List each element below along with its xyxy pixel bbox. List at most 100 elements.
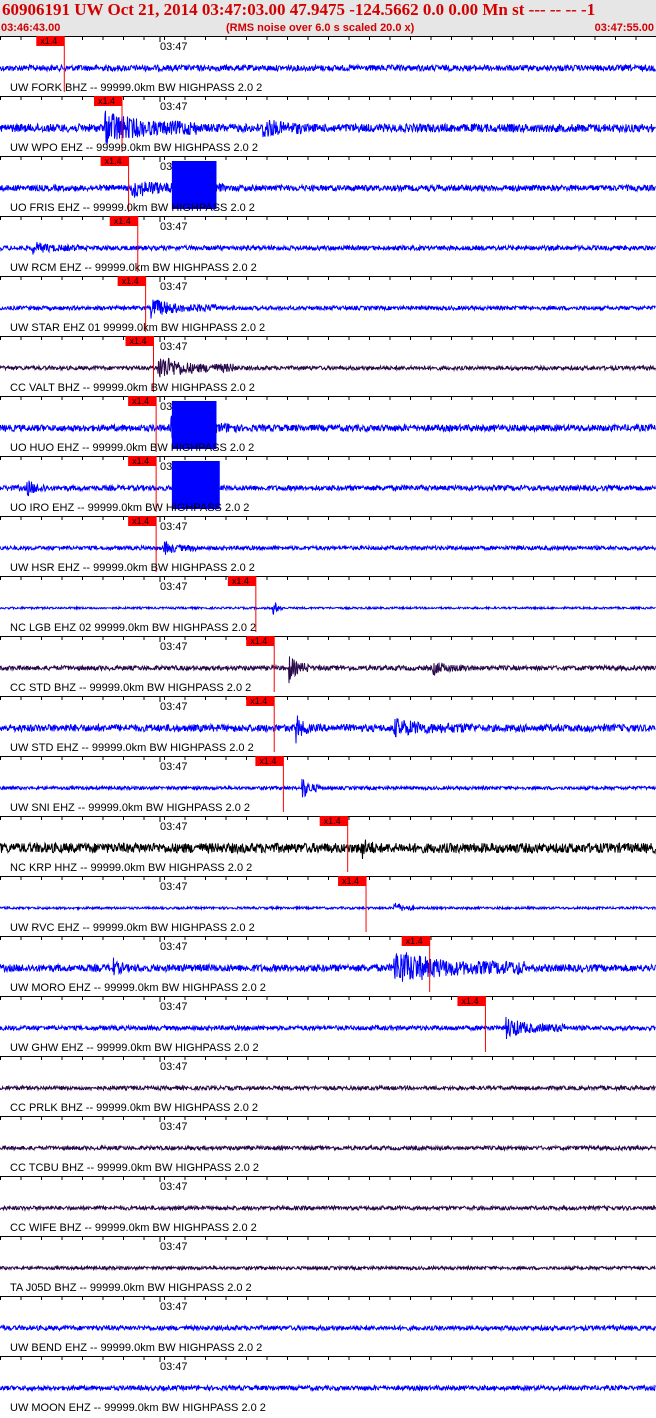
header-bar: 60906191 UW Oct 21, 2014 03:47:03.00 47.… [0, 0, 656, 36]
waveform [0, 656, 656, 684]
minute-label: 03:47 [160, 341, 188, 353]
trace-1: 03:47 x1.4 UW WPO EHZ -- 99999.0km BW HIGH… [0, 96, 656, 154]
station-label: UW WPO EHZ -- 99999.0km BW HIGHPASS 2.0 … [10, 142, 258, 154]
trace-16: 03:47 x1.4 UW GHW EHZ -- 99999.0km BW HIGH… [0, 996, 656, 1054]
waveform [0, 480, 656, 497]
pick-label: x1.4 [105, 156, 122, 166]
pick-label: x1.4 [324, 816, 341, 826]
trace-17: 03:47 CC PRLK BHZ -- 99999.0km BW HIGHPAS… [0, 1056, 656, 1114]
waveform [0, 415, 656, 439]
end-time: 03:47:55.00 [594, 22, 654, 34]
station-label: CC PRLK BHZ -- 99999.0km BW HIGHPASS 2.0… [10, 1102, 258, 1114]
waveform [0, 902, 656, 912]
waveform [0, 1383, 656, 1393]
pick-label: x1.4 [250, 636, 267, 646]
minute-label: 03:47 [160, 701, 188, 713]
station-label: UW HSR EHZ -- 99999.0km BW HIGHPASS 2.0 … [10, 562, 255, 574]
station-label: UO IRO EHZ -- 99999.0km BW HIGHPASS 2.0 … [10, 502, 249, 514]
waveform [0, 1016, 656, 1040]
trace-21: 03:47 UW BEND EHZ -- 99999.0km BW HIGHPAS… [0, 1296, 656, 1354]
pick-label: x1.4 [132, 396, 149, 406]
pick-label: x1.4 [406, 936, 423, 946]
minute-label: 03:47 [160, 1061, 188, 1073]
minute-label: 03:47 [160, 1181, 188, 1193]
waveform [0, 110, 656, 145]
minute-label: 03:47 [160, 281, 188, 293]
waveform [0, 1323, 656, 1333]
station-label: UW RCM EHZ -- 99999.0km BW HIGHPASS 2.0 … [10, 262, 257, 274]
pick-label: x1.4 [130, 336, 147, 346]
waveform [0, 715, 656, 744]
waveform [0, 602, 656, 615]
minute-label: 03:47 [160, 1001, 188, 1013]
station-label: UW FORK BHZ -- 99999.0km BW HIGHPASS 2.0… [10, 82, 262, 94]
minute-label: 03:47 [160, 221, 188, 233]
waveform [0, 839, 656, 860]
pick-label: x1.4 [250, 696, 267, 706]
station-label: UW RVC EHZ -- 99999.0km BW HIGHPASS 2.0 … [10, 922, 255, 934]
station-label: TA J05D BHZ -- 99999.0km BW HIGHPASS 2.0… [10, 1282, 252, 1294]
pick-label: x1.4 [98, 96, 115, 106]
waveform [0, 778, 656, 798]
pick-label: x1.4 [342, 876, 359, 886]
trace-7: 03:47x1.4UO IRO EHZ -- 99999.0km BW HIGH… [0, 456, 656, 514]
waveform [0, 299, 656, 319]
waveform [0, 357, 656, 378]
trace-13: 03:47 x1.4 NC KRP HHZ -- 99999.0km BW HIGH… [0, 816, 656, 874]
station-label: UW GHW EHZ -- 99999.0km BW HIGHPASS 2.0 … [10, 1042, 259, 1054]
trace-6: 03:47x1.4UO HUO EHZ -- 99999.0km BW HIGH… [0, 396, 656, 454]
trace-3: 03:47 x1.4 UW RCM EHZ -- 99999.0km BW HIGH… [0, 216, 656, 274]
scale-note: (RMS noise over 6.0 s scaled 20.0 x) [226, 22, 415, 34]
trace-12: 03:47 x1.4 UW SNI EHZ -- 99999.0km BW HIGH… [0, 756, 656, 814]
waveform [0, 1204, 656, 1212]
minute-label: 03:47 [160, 821, 188, 833]
station-label: UW SNI EHZ -- 99999.0km BW HIGHPASS 2.0 … [10, 802, 250, 814]
pick-label: x1.4 [132, 456, 149, 466]
station-label: UW STAR EHZ 01 99999.0km BW HIGHPASS 2.0… [10, 322, 265, 334]
trace-4: 03:47 x1.4 UW STAR EHZ 01 99999.0km BW HIG… [0, 276, 656, 334]
station-label: NC LGB EHZ 02 99999.0km BW HIGHPASS 2.0 … [10, 622, 256, 634]
station-label: UO HUO EHZ -- 99999.0km BW HIGHPASS 2.0 … [10, 442, 254, 454]
minute-label: 03:47 [160, 641, 188, 653]
trace-22: 03:47 UW MOON EHZ -- 99999.0km BW HIGHPAS… [0, 1356, 656, 1414]
station-label: CC STD BHZ -- 99999.0km BW HIGHPASS 2.0 … [10, 682, 251, 694]
pick-label: x1.4 [259, 756, 276, 766]
minute-label: 03:47 [160, 761, 188, 773]
pick-label: x1.4 [114, 216, 131, 226]
trace-15: 03:47 x1.4 UW MORO EHZ -- 99999.0km BW HIG… [0, 936, 656, 994]
event-title: 60906191 UW Oct 21, 2014 03:47:03.00 47.… [2, 0, 596, 19]
trace-2: 03:47x1.4UO FRIS EHZ -- 99999.0km BW HIG… [0, 156, 656, 214]
waveform [0, 181, 656, 198]
trace-20: 03:47 TA J05D BHZ -- 99999.0km BW HIGHPAS… [0, 1236, 656, 1294]
waveform [0, 1084, 656, 1092]
station-label: UW MOON EHZ -- 99999.0km BW HIGHPASS 2.0… [10, 1402, 266, 1414]
minute-label: 03:47 [160, 881, 188, 893]
trace-10: 03:47 x1.4 CC STD BHZ -- 99999.0km BW HIGH… [0, 636, 656, 694]
station-label: UW BEND EHZ -- 99999.0km BW HIGHPASS 2.0… [10, 1342, 262, 1354]
waveform [0, 63, 656, 73]
trace-11: 03:47 x1.4 UW STD EHZ -- 99999.0km BW HIGH… [0, 696, 656, 754]
seismogram-plot: 03:47 x1.4 UW FORK BHZ -- 99999.0km BW HIG… [0, 36, 656, 1414]
station-label: CC VALT BHZ -- 99999.0km BW HIGHPASS 2.0… [10, 382, 255, 394]
pick-label: x1.4 [40, 36, 57, 46]
trace-0: 03:47 x1.4 UW FORK BHZ -- 99999.0km BW HIG… [0, 36, 656, 94]
station-label: UW STD EHZ -- 99999.0km BW HIGHPASS 2.0 … [10, 742, 254, 754]
pick-label: x1.4 [122, 276, 139, 286]
pick-label: x1.4 [132, 516, 149, 526]
minute-label: 03:47 [160, 941, 188, 953]
pick-label: x1.4 [461, 996, 478, 1006]
minute-label: 03:47 [160, 1121, 188, 1133]
minute-label: 03:47 [160, 1361, 188, 1373]
pick-label: x1.4 [232, 576, 249, 586]
minute-label: 03:47 [160, 1301, 188, 1313]
trace-19: 03:47 CC WIFE BHZ -- 99999.0km BW HIGHPAS… [0, 1176, 656, 1234]
trace-18: 03:47 CC TCBU BHZ -- 99999.0km BW HIGHPAS… [0, 1116, 656, 1174]
station-label: UW MORO EHZ -- 99999.0km BW HIGHPASS 2.0… [10, 982, 266, 994]
trace-9: 03:47 x1.4 NC LGB EHZ 02 99999.0km BW HIGH… [0, 576, 656, 634]
station-label: CC WIFE BHZ -- 99999.0km BW HIGHPASS 2.0… [10, 1222, 257, 1234]
minute-label: 03:47 [160, 521, 188, 533]
waveform [0, 241, 656, 255]
minute-label: 03:47 [160, 1241, 188, 1253]
station-label: CC TCBU BHZ -- 99999.0km BW HIGHPASS 2.0… [10, 1162, 259, 1174]
waveform [0, 1144, 656, 1152]
